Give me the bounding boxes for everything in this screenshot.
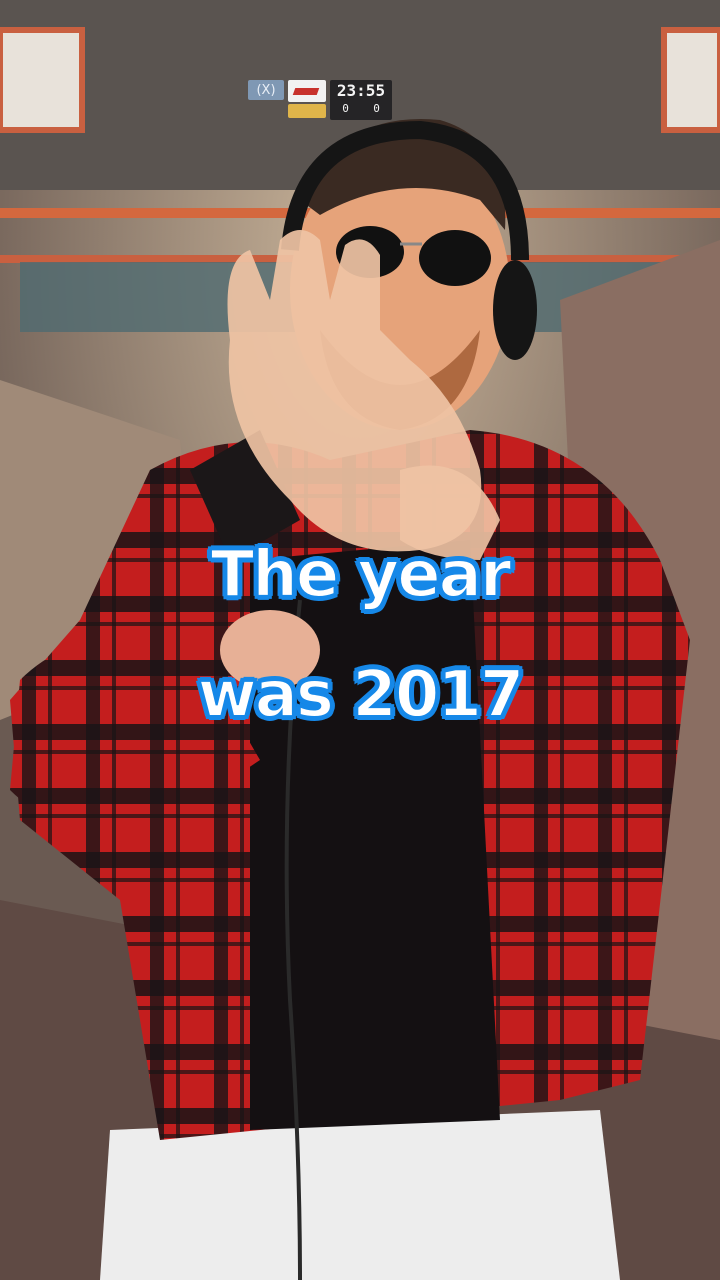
team-one-logo: (X) (248, 80, 284, 100)
window-right (661, 27, 720, 133)
team-two-tag (288, 104, 326, 118)
window-left (0, 27, 85, 133)
score-left: 0 (342, 102, 349, 115)
clock-time: 23:55 (336, 81, 386, 100)
headphone-cup (493, 260, 537, 360)
score-row: 0 0 (330, 102, 392, 116)
caption-line-2: was 2017 (197, 657, 526, 733)
sunglasses-right-lens (419, 230, 491, 286)
video-frame: (X) 23:55 0 0 The year was 2017 (0, 0, 720, 1280)
background-scene (0, 0, 720, 1280)
score-right: 0 (373, 102, 380, 115)
team-two-badge (288, 80, 326, 120)
caption-line-1: The year (210, 537, 513, 613)
team-two-flag-icon (288, 80, 326, 102)
game-scoreboard: (X) 23:55 0 0 (248, 80, 392, 120)
match-clock: 23:55 0 0 (330, 80, 392, 120)
